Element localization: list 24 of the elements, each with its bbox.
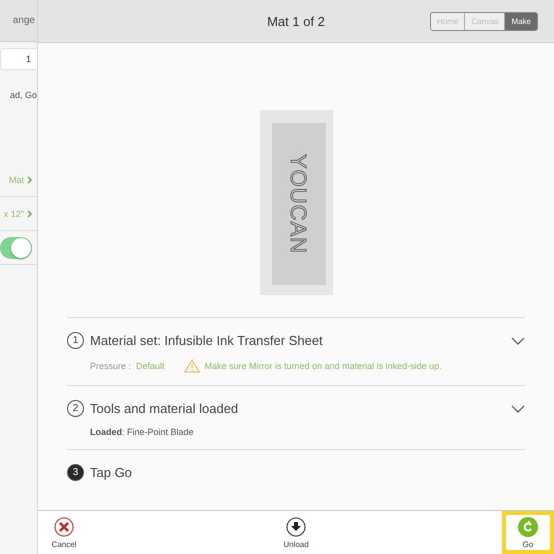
warning-message: Make sure Mirror is turned on and material is inked-side up. xyxy=(204,361,442,371)
chevron-down-icon[interactable] xyxy=(511,336,525,344)
go-icon xyxy=(518,516,538,536)
page-title: Mat 1 of 2 xyxy=(267,14,325,28)
chevron-down-icon[interactable] xyxy=(511,404,525,412)
toggle-switch[interactable] xyxy=(0,236,32,258)
sidebar-text: ad, Go xyxy=(10,90,37,100)
pressure-label: Pressure : xyxy=(90,361,132,371)
close-icon xyxy=(54,516,74,536)
quantity-field[interactable]: 1 xyxy=(0,48,37,70)
step-number: 1 xyxy=(67,332,84,349)
step-title: Material set: Infusible Ink Transfer Sheet xyxy=(90,333,324,348)
go-button[interactable]: Go xyxy=(502,511,554,554)
step-number: 2 xyxy=(67,400,84,417)
nav-tab[interactable]: Make xyxy=(504,13,537,30)
design-text: YOUCAN xyxy=(286,154,312,254)
step-number: 3 xyxy=(67,464,84,481)
loaded-info: Loaded: Fine-Point Blade xyxy=(90,427,194,437)
chevron-right-icon xyxy=(27,210,32,218)
sidebar-header: ange xyxy=(12,15,36,26)
step-title: Tools and material loaded xyxy=(90,401,240,416)
warning-icon xyxy=(184,359,200,373)
step-title: Tap Go xyxy=(90,465,133,480)
chevron-right-icon xyxy=(27,176,32,184)
